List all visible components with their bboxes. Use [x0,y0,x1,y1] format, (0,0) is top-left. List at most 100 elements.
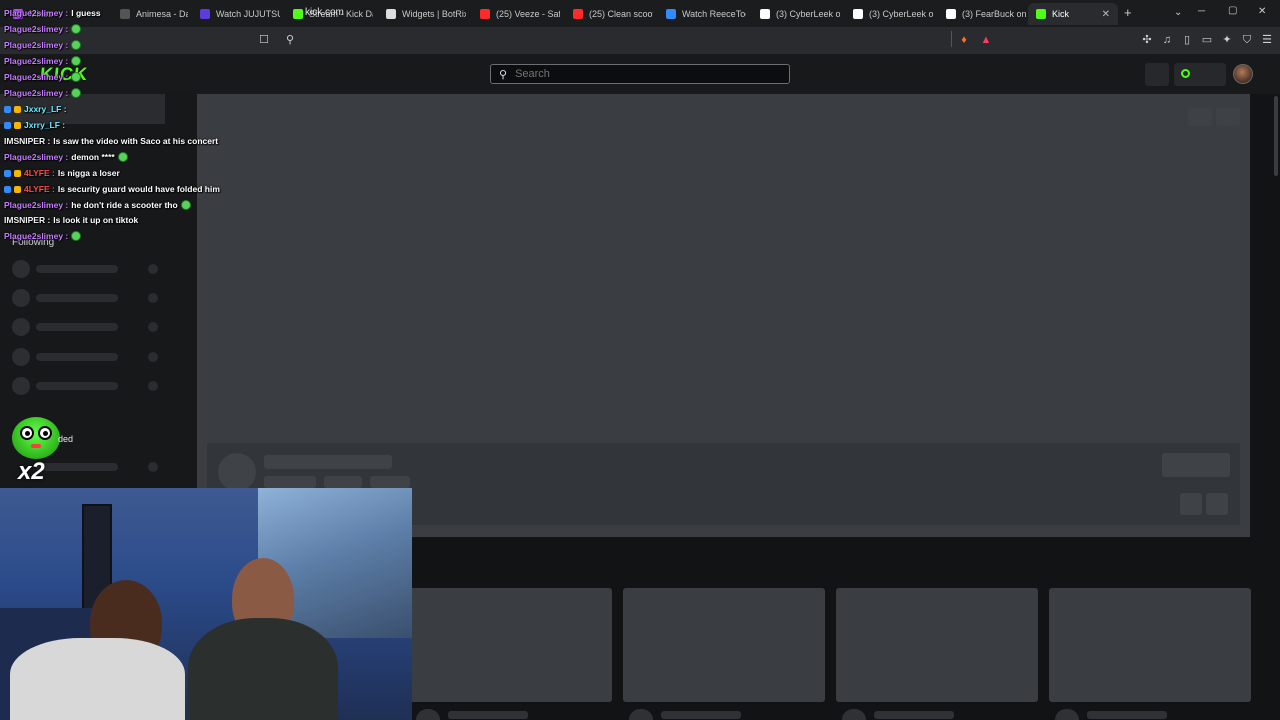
featured-tag-skeleton [324,476,362,488]
search-box[interactable]: ⚲ [490,64,790,84]
chat-emote-icon [71,88,82,98]
page-scrollbar[interactable] [1274,96,1278,176]
featured-action-skeleton[interactable] [1180,493,1202,515]
tab-label: (3) FearBuck on [962,9,1026,19]
close-window-button[interactable]: ✕ [1258,6,1266,17]
chat-badge-icon [4,121,11,129]
chat-username: Jxxry_LF : [24,104,67,114]
chat-username: IMSNIPER : [4,215,51,225]
chat-message: Plague2slimey : [4,72,82,82]
chat-badge-icon [14,121,21,129]
chat-message: 4LYFE : Is security guard would have fold… [4,184,220,194]
music-icon[interactable]: ♫ [1160,33,1174,47]
browser-tab[interactable]: Kick ✕ [1028,3,1118,25]
card-title-skeleton [661,711,741,719]
featured-avatar-skeleton [218,453,256,491]
browser-tab[interactable]: (3) CyberLeek on [845,3,933,25]
tab-label: Widgets | BotRix [402,9,466,19]
browser-tab[interactable]: Watch ReeceToo [658,3,746,25]
featured-action-skeleton[interactable] [1206,493,1228,515]
featured-title-skeleton [264,455,392,469]
user-avatar[interactable] [1233,64,1253,84]
tab-favicon-icon [946,9,956,19]
tab-label: (25) Veeze - Safe [496,9,560,19]
vpn-icon[interactable]: ⛉ [1240,33,1254,47]
chat-badge-icon [4,169,11,177]
chat-message-text: Is security guard would have folded him [57,184,220,194]
brave-shield-icon[interactable]: ♦ [957,33,971,47]
featured-tag-skeleton [370,476,410,488]
tab-list-chevron-icon[interactable]: ⌄ [1174,7,1182,18]
following-avatar-skeleton [12,348,30,366]
chat-badge-icon [4,105,11,113]
chat-message: 4LYFE : Is nigga a loser [4,168,120,178]
following-avatar-skeleton [12,318,30,336]
chat-emote-icon [71,56,82,66]
chat-username: Plague2slimey : [4,40,69,50]
chat-username: Plague2slimey : [4,88,69,98]
address-divider [951,31,952,47]
featured-control-skeleton [1188,108,1212,126]
browser-tab[interactable]: (25) Veeze - Safe [472,3,560,25]
extensions-icon[interactable]: ✣ [1140,33,1154,47]
menu-icon[interactable]: ☰ [1260,33,1274,47]
tab-close-button[interactable]: ✕ [1102,9,1110,20]
following-status-skeleton [148,293,158,303]
featured-follow-skeleton[interactable] [1162,453,1230,477]
following-status-skeleton [148,322,158,332]
chat-emote-icon [71,231,82,241]
chat-message-text: Is look it up on tiktok [53,215,139,225]
following-status-skeleton [148,352,158,362]
chat-username: Plague2slimey : [4,231,69,241]
stream-chat-overlay: Plague2slimey :I guess Plague2slimey : Pla… [0,0,330,250]
following-name-skeleton [36,294,118,302]
chat-message: Plague2slimey : he don't ride a scooter t… [4,200,191,210]
browser-tab[interactable]: Widgets | BotRix [378,3,466,25]
chat-message-text: Is saw the video with Saco at his concer… [53,136,219,146]
rewards-icon[interactable]: ▲ [979,33,993,47]
stream-card-skeleton[interactable] [410,588,612,702]
browser-tab[interactable]: (3) CyberLeek on [752,3,840,25]
stream-card-skeleton[interactable] [1049,588,1251,702]
wallet-icon[interactable]: ▭ [1200,33,1214,47]
maximize-button[interactable]: ▢ [1228,5,1237,16]
stream-card-skeleton[interactable] [623,588,825,702]
chat-username: Plague2slimey : [4,152,69,162]
nav-placeholder-button[interactable] [1145,63,1169,86]
nav-login-placeholder[interactable] [1174,63,1226,86]
chat-message: Plague2slimey : demon **** [4,152,128,162]
stream-card-skeleton[interactable] [836,588,1038,702]
tab-favicon-icon [760,9,770,19]
browser-tab[interactable]: (25) Clean scoote [565,3,653,25]
chat-username: Plague2slimey : [4,72,69,82]
chat-message: Plague2slimey : [4,24,82,34]
chat-badge-icon [4,185,11,193]
chat-message: IMSNIPER : Is look it up on tiktok [4,215,138,225]
card-title-skeleton [874,711,954,719]
tab-favicon-icon [573,9,583,19]
following-avatar-skeleton [12,377,30,395]
minimize-button[interactable]: ─ [1198,6,1205,17]
search-input[interactable] [515,68,776,80]
following-avatar-skeleton [12,260,30,278]
chat-username: 4LYFE : [24,168,55,178]
search-icon: ⚲ [499,68,508,81]
following-name-skeleton [36,382,118,390]
sidebar-toggle-icon[interactable]: ▯ [1180,33,1194,47]
tab-favicon-icon [1036,9,1046,19]
chat-username: Plague2slimey : [4,200,69,210]
chat-message: Jxrry_LF : [4,120,65,130]
card-title-skeleton [448,711,528,719]
following-name-skeleton [36,323,118,331]
leo-ai-icon[interactable]: ✦ [1220,33,1234,47]
tab-favicon-icon [386,9,396,19]
chat-message: Plague2slimey : [4,231,82,241]
chat-message: Jxxry_LF : [4,104,67,114]
browser-tab[interactable]: (3) FearBuck on [938,3,1026,25]
chat-message-text: Is nigga a loser [57,168,120,178]
webcam-person-right-body [188,618,338,720]
mascot-multiplier: x2 [18,458,45,485]
new-tab-button[interactable]: + [1124,5,1132,20]
following-avatar-skeleton [12,289,30,307]
chat-username: Plague2slimey : [4,56,69,66]
